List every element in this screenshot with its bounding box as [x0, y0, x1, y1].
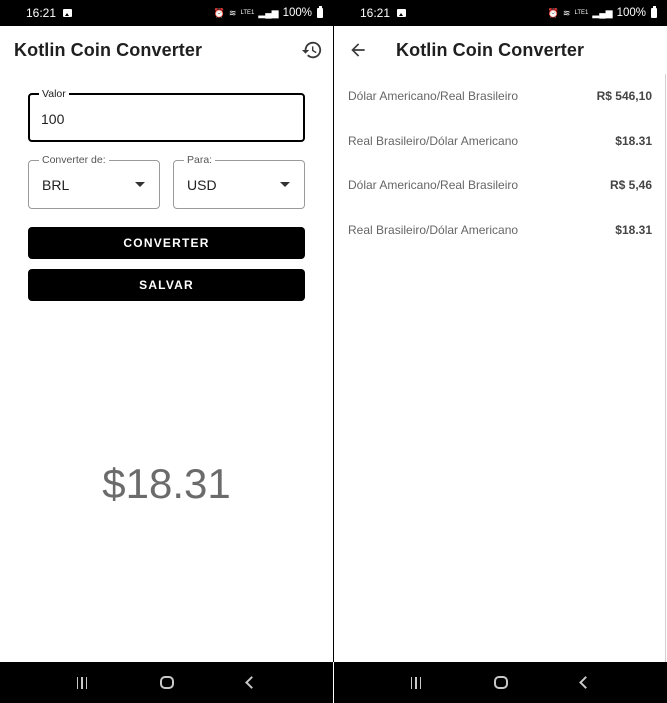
wifi-icon: ≋	[562, 7, 571, 18]
nav-back-icon[interactable]	[579, 676, 593, 689]
status-bar: 16:21 ⏰ ≋ LTE1 ▂▄▆ 100%	[0, 0, 333, 26]
wifi-icon: ≋	[228, 7, 237, 18]
app-bar: Kotlin Coin Converter	[0, 26, 333, 74]
recents-icon[interactable]	[410, 676, 422, 689]
signal-icon: ▂▄▆	[592, 7, 613, 18]
amount-field-label: Valor	[39, 88, 69, 100]
history-screen: 16:21 ⏰ ≋ LTE1 ▂▄▆ 100% Kotlin Coin Conv…	[334, 0, 667, 703]
gallery-notification-icon	[397, 9, 407, 17]
history-item[interactable]: Dólar Americano/Real Brasileiro R$ 546,1…	[334, 74, 667, 119]
to-currency-select[interactable]: Para: USD	[173, 154, 305, 209]
battery-icon	[317, 6, 323, 18]
amount-field-value: 100	[41, 111, 65, 127]
from-currency-select[interactable]: Converter de: BRL	[28, 154, 160, 209]
history-item-pair: Real Brasileiro/Dólar Americano	[348, 222, 519, 237]
app-title: Kotlin Coin Converter	[396, 39, 585, 60]
network-label: LTE1	[240, 10, 255, 16]
recents-icon[interactable]	[76, 676, 88, 689]
history-item-value: $18.31	[615, 133, 652, 148]
alarm-icon: ⏰	[213, 7, 225, 18]
history-item-value: R$ 5,46	[609, 178, 652, 193]
gallery-notification-icon	[63, 9, 73, 17]
battery-icon	[651, 6, 657, 18]
status-time: 16:21	[26, 6, 57, 20]
battery-percent: 100%	[282, 7, 312, 19]
to-currency-label: Para:	[184, 154, 216, 166]
system-nav-bar	[0, 662, 333, 703]
conversion-result: $18.31	[102, 460, 231, 507]
app-title: Kotlin Coin Converter	[14, 39, 203, 60]
scrollbar-edge	[665, 74, 666, 662]
amount-field[interactable]: Valor 100	[28, 88, 305, 142]
history-item-pair: Dólar Americano/Real Brasileiro	[348, 178, 519, 193]
history-item-value: R$ 546,10	[596, 89, 652, 104]
home-icon[interactable]	[494, 676, 509, 689]
battery-percent: 100%	[616, 7, 646, 19]
history-list: Dólar Americano/Real Brasileiro R$ 546,1…	[334, 74, 667, 252]
arrow-back-icon[interactable]	[348, 40, 368, 60]
save-button[interactable]: SALVAR	[28, 269, 305, 301]
history-icon[interactable]	[301, 39, 323, 61]
signal-icon: ▂▄▆	[258, 7, 279, 18]
status-bar: 16:21 ⏰ ≋ LTE1 ▂▄▆ 100%	[334, 0, 667, 26]
app-bar: Kotlin Coin Converter	[334, 26, 667, 74]
system-nav-bar	[334, 662, 667, 703]
history-item-pair: Dólar Americano/Real Brasileiro	[348, 89, 519, 104]
alarm-icon: ⏰	[547, 7, 559, 18]
history-item[interactable]: Dólar Americano/Real Brasileiro R$ 5,46	[334, 163, 667, 208]
nav-back-icon[interactable]	[245, 676, 259, 689]
from-currency-label: Converter de:	[39, 154, 109, 166]
arrow-drop-down-icon	[280, 182, 290, 187]
convert-button[interactable]: CONVERTER	[28, 227, 305, 259]
history-item[interactable]: Real Brasileiro/Dólar Americano $18.31	[334, 119, 667, 164]
network-label: LTE1	[574, 10, 589, 16]
from-currency-value: BRL	[42, 177, 70, 193]
status-time: 16:21	[360, 6, 391, 20]
home-icon[interactable]	[160, 676, 175, 689]
history-item-pair: Real Brasileiro/Dólar Americano	[348, 133, 519, 148]
history-item[interactable]: Real Brasileiro/Dólar Americano $18.31	[334, 208, 667, 253]
history-item-value: $18.31	[615, 222, 652, 237]
arrow-drop-down-icon	[135, 182, 145, 187]
converter-screen: 16:21 ⏰ ≋ LTE1 ▂▄▆ 100% Kotlin Coin Conv…	[0, 0, 333, 703]
to-currency-value: USD	[187, 177, 217, 193]
